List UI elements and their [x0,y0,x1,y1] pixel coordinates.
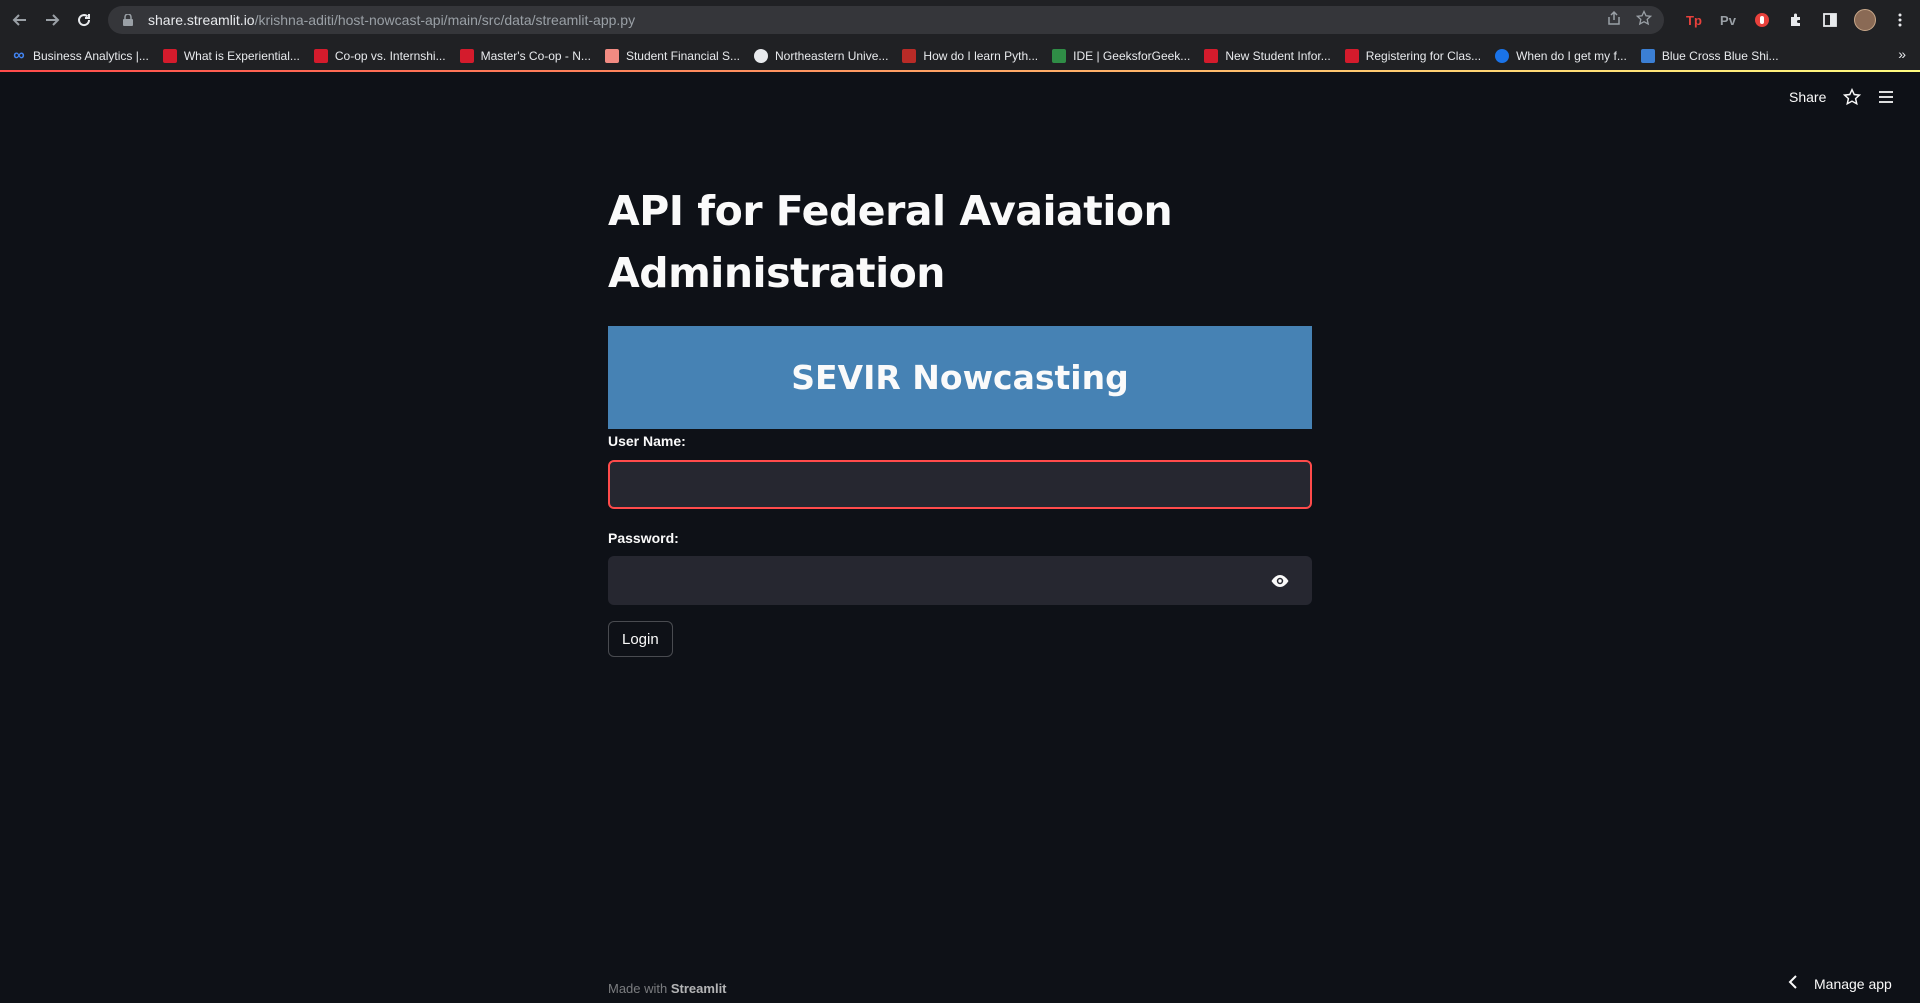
bookmark-label: Co-op vs. Internshi... [334,48,446,63]
page-title: API for Federal Avaiation Administration [608,187,1173,297]
url-path: /krishna-aditi/host-nowcast-api/main/src… [254,12,636,28]
puzzle-icon[interactable] [1786,10,1806,30]
chevron-left-icon [1788,975,1798,992]
bookmark-item[interactable]: How do I learn Pyth... [902,48,1039,63]
side-panel-icon[interactable] [1820,10,1840,30]
northeastern-icon [459,48,474,63]
bookmark-item[interactable]: ∞ Business Analytics |... [12,46,149,64]
footer-streamlit-link[interactable]: Streamlit [671,981,727,996]
bcbs-icon [1640,48,1655,63]
lock-icon [122,14,134,26]
bookmark-label: Business Analytics |... [33,48,149,63]
extension-pv[interactable]: Pv [1718,10,1738,30]
bookmark-label: What is Experiential... [183,48,300,63]
share-page-icon[interactable] [1606,10,1622,30]
username-label: User Name: [608,433,686,449]
share-button[interactable]: Share [1789,89,1826,105]
hamburger-menu-icon[interactable] [1877,88,1897,108]
globe-icon [1495,48,1510,63]
star-icon[interactable] [1842,87,1863,108]
bookmark-item[interactable]: Co-op vs. Internshi... [313,48,446,63]
n-icon [1344,48,1359,63]
url-host: share.streamlit.io [148,12,255,28]
bookmark-item[interactable]: Student Financial S... [604,48,741,63]
bookmark-item[interactable]: When do I get my f... [1495,48,1627,63]
bookmark-label: When do I get my f... [1516,48,1627,63]
bookmark-label: How do I learn Pyth... [923,48,1039,63]
manage-app-label: Manage app [1814,975,1892,992]
banner-text: SEVIR Nowcasting [791,358,1129,397]
bookmark-item[interactable]: New Student Infor... [1204,48,1331,63]
bookmark-label: IDE | GeeksforGeek... [1073,48,1191,63]
bookmark-item[interactable]: Master's Co-op - N... [459,48,591,63]
flower-icon [604,48,619,63]
profile-avatar[interactable] [1854,9,1876,31]
bookmark-label: Master's Co-op - N... [480,48,591,63]
footer: Made with Streamlit [608,981,727,996]
bookmark-label: Student Financial S... [625,48,741,63]
footer-made-with: Made with [608,981,671,996]
username-input[interactable] [608,460,1312,509]
infinity-icon: ∞ [13,46,25,64]
sevir-banner: SEVIR Nowcasting [608,326,1312,429]
extensions-area: Tp Pv [1684,6,1910,34]
omnibox-actions [1606,9,1653,30]
bookmark-label: Blue Cross Blue Shi... [1661,48,1779,63]
manage-app-button[interactable]: Manage app [1788,975,1892,992]
back-icon[interactable] [4,4,36,36]
bookmarks-overflow-icon[interactable]: » [1898,46,1906,62]
forward-icon[interactable] [36,4,68,36]
adblock-icon[interactable] [1752,10,1772,30]
address-bar[interactable]: share.streamlit.io/krishna-aditi/host-no… [108,6,1664,34]
globe-icon [754,48,769,63]
password-input[interactable] [608,556,1312,605]
kebab-menu-icon[interactable] [1890,10,1910,30]
bookmark-label: New Student Infor... [1225,48,1331,63]
northeastern-icon [1204,48,1219,63]
bookmark-item[interactable]: Registering for Clas... [1344,48,1482,63]
bookmark-item[interactable]: IDE | GeeksforGeek... [1052,48,1191,63]
northeastern-icon [162,48,177,63]
extension-tp[interactable]: Tp [1684,10,1704,30]
bookmark-item[interactable]: Northeastern Unive... [754,48,889,63]
browser-chrome: share.streamlit.io/krishna-aditi/host-no… [0,0,1920,71]
northeastern-icon [313,48,328,63]
bookmarks-bar: ∞ Business Analytics |... What is Experien… [0,40,1920,71]
bookmark-item[interactable]: Blue Cross Blue Shi... [1640,48,1779,63]
bookmark-label: Northeastern Unive... [775,48,889,63]
bookmark-star-icon[interactable] [1635,9,1653,30]
login-button[interactable]: Login [608,621,673,657]
reload-icon[interactable] [68,4,100,36]
gfg-icon [1052,48,1067,63]
main-content: API for Federal Avaiation Administration… [608,180,1312,657]
app-header: Share [0,72,1920,128]
show-password-icon[interactable] [1267,568,1293,594]
quora-icon [902,48,917,63]
password-label: Password: [608,530,679,546]
bookmark-item[interactable]: What is Experiential... [162,48,300,63]
bookmark-label: Registering for Clas... [1365,48,1482,63]
